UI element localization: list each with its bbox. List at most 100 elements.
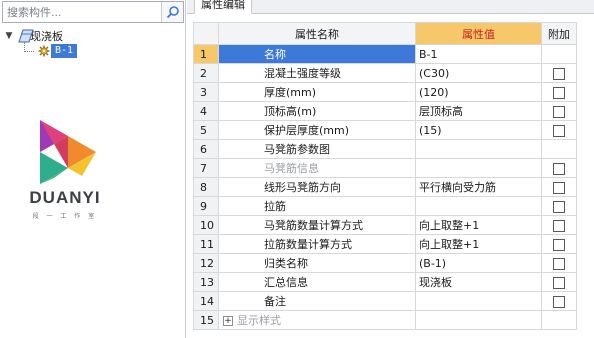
property-value[interactable]: (C30) — [415, 63, 542, 83]
property-name[interactable]: 线形马凳筋方向 — [218, 177, 416, 197]
extra-cell — [541, 196, 577, 216]
table-row[interactable]: 1 名称 B-1 — [193, 44, 577, 64]
table-row[interactable]: 9 拉筋 — [193, 196, 577, 216]
row-number: 15 — [193, 310, 219, 330]
extra-cell — [541, 215, 577, 235]
row-number: 3 — [193, 82, 219, 102]
property-value[interactable]: 平行横向受力筋 — [415, 177, 542, 197]
header-extra[interactable]: 附加 — [541, 22, 577, 45]
property-value[interactable] — [415, 291, 542, 311]
table-row[interactable]: 10 马凳筋数量计算方式 向上取整+1 — [193, 215, 577, 235]
property-name[interactable]: 拉筋 — [218, 196, 416, 216]
logo-text: DUANYI — [29, 188, 101, 207]
property-name[interactable]: 归类名称 — [218, 253, 416, 273]
property-value[interactable] — [415, 139, 542, 159]
tab-property-edit[interactable]: 属性编辑 — [194, 0, 252, 14]
property-name[interactable]: + 显示样式 — [218, 310, 416, 330]
extra-checkbox[interactable] — [553, 124, 565, 137]
tree-root-label: 现浇板 — [30, 30, 63, 43]
table-row[interactable]: 7 马凳筋信息 — [193, 158, 577, 178]
header-property-name[interactable]: 属性名称 — [218, 22, 416, 45]
property-value[interactable]: 向上取整+1 — [415, 215, 542, 235]
property-name[interactable]: 保护层厚度(mm) — [218, 120, 416, 140]
extra-checkbox[interactable] — [553, 219, 565, 232]
property-name[interactable]: 马凳筋数量计算方式 — [218, 215, 416, 235]
extra-cell — [541, 177, 577, 197]
search-input[interactable] — [3, 2, 159, 22]
gear-icon — [38, 45, 50, 57]
table-row[interactable]: 13 汇总信息 现浇板 — [193, 272, 577, 292]
tree-child-label: B-1 — [51, 44, 78, 58]
table-row[interactable]: 12 归类名称 (B-1) — [193, 253, 577, 273]
search-box — [2, 1, 184, 23]
extra-checkbox[interactable] — [553, 295, 565, 308]
table-row[interactable]: 3 厚度(mm) (120) — [193, 82, 577, 102]
extra-checkbox[interactable] — [553, 67, 565, 80]
component-panel: ▼ 现浇板 B-1 DUANYI 段 一 工 作 室 — [0, 0, 186, 338]
property-value[interactable] — [415, 158, 542, 178]
extra-checkbox[interactable] — [553, 276, 565, 289]
row-number: 5 — [193, 120, 219, 140]
property-name[interactable]: 马凳筋信息 — [218, 158, 416, 178]
extra-cell — [541, 139, 577, 159]
property-name[interactable]: 马凳筋参数图 — [218, 139, 416, 159]
property-value[interactable]: 现浇板 — [415, 272, 542, 292]
row-number: 4 — [193, 101, 219, 121]
table-row[interactable]: 8 线形马凳筋方向 平行横向受力筋 — [193, 177, 577, 197]
property-value[interactable]: (120) — [415, 82, 542, 102]
header-property-value[interactable]: 属性值 — [415, 22, 542, 45]
row-number: 2 — [193, 63, 219, 83]
logo-subtitle: 段 一 工 作 室 — [32, 213, 98, 220]
property-value[interactable]: 层顶标高 — [415, 101, 542, 121]
property-value[interactable]: (15) — [415, 120, 542, 140]
extra-cell — [541, 272, 577, 292]
table-row[interactable]: 6 马凳筋参数图 — [193, 139, 577, 159]
search-button[interactable] — [161, 2, 183, 22]
extra-checkbox[interactable] — [553, 86, 565, 99]
property-value[interactable]: B-1 — [415, 44, 542, 64]
extra-checkbox[interactable] — [553, 257, 565, 270]
table-row[interactable]: 15 + 显示样式 — [193, 310, 577, 330]
property-name[interactable]: 备注 — [218, 291, 416, 311]
header-row-number — [193, 22, 219, 45]
tree-node-b1[interactable]: B-1 — [38, 43, 78, 59]
extra-checkbox[interactable] — [553, 200, 565, 213]
tree-node-root[interactable]: ▼ 现浇板 — [4, 28, 63, 44]
extra-cell — [541, 310, 577, 330]
property-name[interactable]: 汇总信息 — [218, 272, 416, 292]
table-row[interactable]: 11 拉筋数量计算方式 向上取整+1 — [193, 234, 577, 254]
extra-checkbox[interactable] — [553, 162, 565, 175]
tree-expand-toggle[interactable]: ▼ — [4, 31, 14, 41]
property-value[interactable] — [415, 310, 542, 330]
property-name[interactable]: 顶标高(m) — [218, 101, 416, 121]
search-icon — [166, 6, 179, 19]
property-value[interactable] — [415, 196, 542, 216]
extra-checkbox[interactable] — [553, 238, 565, 251]
property-name[interactable]: 混凝土强度等级 — [218, 63, 416, 83]
row-number: 1 — [193, 44, 219, 64]
property-name-label: 显示样式 — [237, 314, 281, 327]
extra-cell — [541, 291, 577, 311]
table-row[interactable]: 5 保护层厚度(mm) (15) — [193, 120, 577, 140]
property-value[interactable]: (B-1) — [415, 253, 542, 273]
extra-cell — [541, 234, 577, 254]
extra-cell — [541, 253, 577, 273]
extra-cell — [541, 44, 577, 64]
table-row[interactable]: 14 备注 — [193, 291, 577, 311]
extra-checkbox[interactable] — [553, 181, 565, 194]
property-value[interactable]: 向上取整+1 — [415, 234, 542, 254]
row-number: 6 — [193, 139, 219, 159]
table-row[interactable]: 4 顶标高(m) 层顶标高 — [193, 101, 577, 121]
property-name[interactable]: 名称 — [218, 44, 416, 64]
row-number: 14 — [193, 291, 219, 311]
expand-toggle[interactable]: + — [223, 316, 233, 326]
table-row[interactable]: 2 混凝土强度等级 (C30) — [193, 63, 577, 83]
extra-checkbox[interactable] — [553, 105, 565, 118]
property-name[interactable]: 厚度(mm) — [218, 82, 416, 102]
property-name[interactable]: 拉筋数量计算方式 — [218, 234, 416, 254]
row-number: 13 — [193, 272, 219, 292]
row-number: 10 — [193, 215, 219, 235]
slab-folder-icon — [18, 29, 34, 43]
extra-cell — [541, 101, 577, 121]
extra-cell — [541, 120, 577, 140]
